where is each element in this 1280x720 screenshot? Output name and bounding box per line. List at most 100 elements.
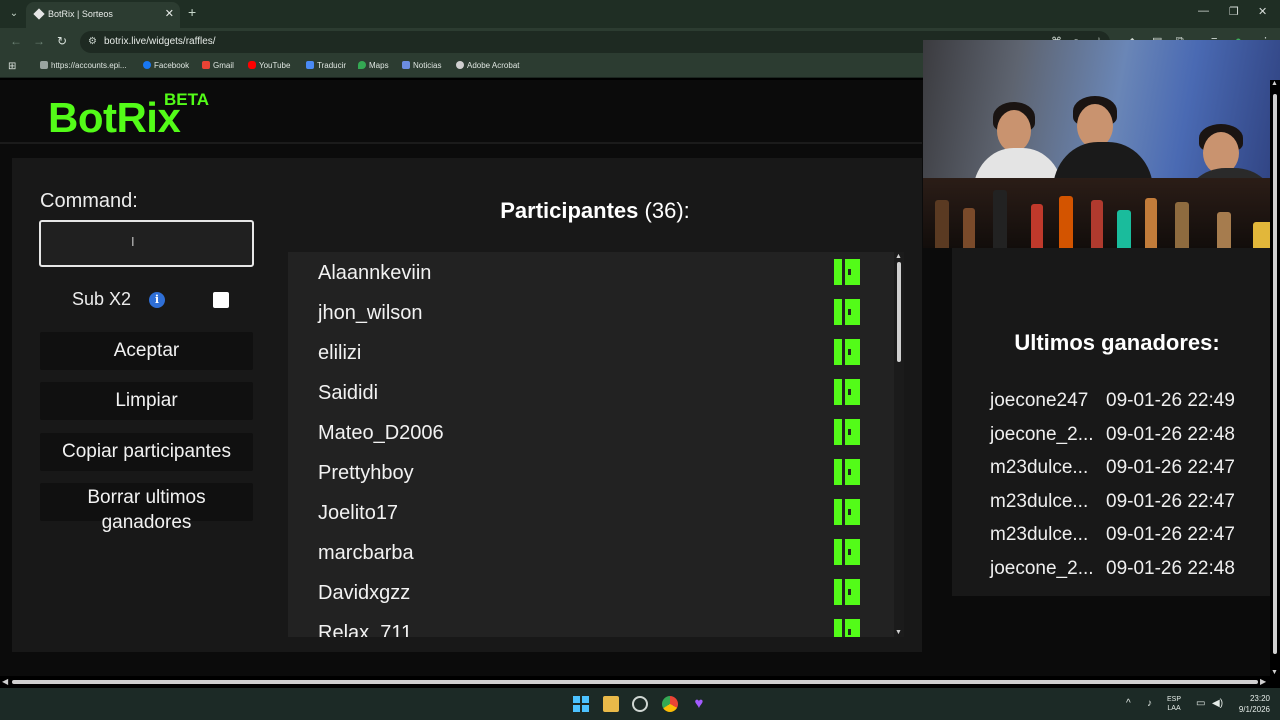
participant-name: elilizi (318, 342, 362, 364)
scroll-down-icon[interactable]: ▼ (895, 629, 902, 636)
browser-tab-bar: ⌄ BotRix | Sorteos ✕ + — ❐ ✕ (0, 0, 1280, 28)
copy-participants-button[interactable]: Copiar participantes (40, 433, 253, 471)
participants-list[interactable]: Alaannkeviin jhon_wilson elilizi Saididi Mat… (288, 252, 894, 637)
scrollbar-thumb[interactable] (897, 262, 901, 362)
winner-date: 09-01-26 22:47 (1106, 457, 1235, 478)
chrome-icon[interactable] (662, 696, 678, 712)
kick-platform-icon (834, 259, 860, 285)
url-text[interactable]: botrix.live/widgets/raffles/ (104, 36, 216, 47)
page-scroll-down-icon[interactable]: ▼ (1271, 669, 1278, 676)
winner-row: m23dulce... 09-01-26 22:47 (990, 490, 1235, 513)
participant-name: Davidxgzz (318, 582, 411, 604)
file-explorer-icon[interactable] (603, 696, 619, 712)
command-label: Command: (40, 190, 138, 212)
winner-name: m23dulce... (990, 457, 1089, 478)
kick-platform-icon (834, 619, 860, 637)
participant-name: Relax_711 (318, 622, 413, 637)
participants-title: Participantes (500, 198, 639, 223)
kick-platform-icon (834, 419, 860, 445)
page-icon (40, 61, 48, 69)
bookmark-facebook[interactable]: Facebook (143, 61, 189, 70)
webcam-overlay (923, 40, 1280, 248)
delete-winners-button[interactable]: Borrar ultimos ganadores (40, 483, 253, 533)
winner-row: joecone_2... 09-01-26 22:48 (990, 423, 1235, 446)
participant-name: marcbarba (318, 542, 414, 564)
bookmark-youtube[interactable]: YouTube (248, 61, 290, 70)
horizontal-scrollbar-thumb[interactable] (12, 680, 1258, 684)
bookmark-traducir[interactable]: Traducir (306, 61, 346, 70)
bookmark-gmail[interactable]: Gmail (202, 61, 234, 70)
sub-x2-label: Sub X2 (72, 289, 132, 309)
participant-row: Prettyhboy (288, 454, 878, 494)
restore-icon[interactable]: ❐ (1229, 5, 1239, 18)
horizontal-scrollbar[interactable]: ◀ ▶ (0, 676, 1270, 688)
forward-icon[interactable]: → (33, 34, 45, 48)
system-clock[interactable]: 23:20 9/1/2026 (1239, 693, 1270, 715)
winner-row: m23dulce... 09-01-26 22:47 (990, 457, 1235, 479)
page-scrollbar[interactable]: ▲ ▼ (1270, 80, 1280, 676)
accept-button[interactable]: Aceptar (40, 332, 253, 370)
bookmark-adobe-acrobat[interactable]: Adobe Acrobat (456, 61, 519, 70)
participant-row: elilizi (288, 334, 878, 374)
minimize-icon[interactable]: — (1198, 5, 1209, 17)
tab-search-icon[interactable]: ⌄ (6, 6, 22, 22)
winner-row: joecone_2... 09-01-26 22:48 (990, 557, 1235, 580)
youtube-icon (248, 61, 256, 69)
botrix-favicon-icon (33, 8, 45, 20)
participant-row: marcbarba (288, 534, 878, 574)
tray-chevron-icon[interactable]: ^ (1126, 698, 1131, 709)
site-info-icon[interactable]: ⚙ (88, 36, 97, 47)
heart-app-icon[interactable]: ♥ (691, 696, 707, 712)
winner-date: 09-01-26 22:47 (1106, 524, 1235, 545)
winner-name: joecone_2... (990, 557, 1094, 579)
bookmark-noticias[interactable]: Noticias (402, 61, 441, 70)
new-tab-icon[interactable]: + (188, 4, 196, 20)
participant-row: Joelito17 (288, 494, 878, 534)
participants-scrollbar[interactable]: ▲ ▼ (894, 252, 904, 637)
header-divider (0, 142, 922, 144)
participant-name: Joelito17 (318, 502, 399, 524)
participants-heading: Participantes (36): (290, 198, 900, 224)
app-icon[interactable] (632, 696, 648, 712)
page-scrollbar-thumb[interactable] (1273, 94, 1277, 654)
participant-row: Relax_711 (288, 614, 878, 637)
scroll-left-icon[interactable]: ◀ (2, 677, 8, 686)
winner-date: 09-01-26 22:49 (1106, 390, 1235, 411)
apps-grid-icon[interactable]: ⊞ (8, 61, 16, 72)
kick-platform-icon (834, 579, 860, 605)
network-icon[interactable]: ▭ (1196, 698, 1205, 709)
start-menu-icon[interactable] (573, 696, 589, 712)
volume-icon[interactable]: ◀) (1212, 698, 1223, 709)
sub-x2-checkbox[interactable] (213, 292, 229, 308)
page-scroll-up-icon[interactable]: ▲ (1271, 80, 1278, 87)
maps-icon (358, 61, 366, 69)
winner-row: joecone247 09-01-26 22:49 (990, 390, 1235, 412)
scroll-right-icon[interactable]: ▶ (1260, 677, 1266, 686)
translate-bookmark-icon (306, 61, 314, 69)
kick-platform-icon (834, 299, 860, 325)
scroll-up-icon[interactable]: ▲ (895, 253, 902, 260)
tab-close-icon[interactable]: ✕ (165, 7, 174, 20)
close-window-icon[interactable]: ✕ (1258, 5, 1267, 18)
reload-icon[interactable]: ↻ (57, 34, 67, 48)
language-indicator[interactable]: ESP LAA (1167, 695, 1181, 713)
participant-name: Alaannkeviin (318, 262, 432, 284)
bookmark-accounts[interactable]: https://accounts.epi... (40, 61, 127, 70)
beta-badge: BETA (164, 90, 210, 109)
kick-platform-icon (834, 539, 860, 565)
kick-platform-icon (834, 499, 860, 525)
clear-button[interactable]: Limpiar (40, 382, 253, 420)
globe-icon (456, 61, 464, 69)
participants-count: (36): (644, 198, 690, 223)
command-input[interactable]: I (39, 220, 254, 267)
winner-date: 09-01-26 22:48 (1106, 423, 1235, 445)
microphone-icon[interactable]: ♪ (1147, 698, 1152, 709)
browser-tab[interactable]: BotRix | Sorteos ✕ (26, 2, 180, 28)
windows-taskbar: ♥ ^ ♪ ESP LAA ▭ ◀) 23:20 9/1/2026 (0, 688, 1280, 720)
winner-name: m23dulce... (990, 490, 1089, 512)
winner-name: joecone_2... (990, 423, 1094, 445)
info-icon[interactable]: i (149, 292, 165, 308)
back-icon[interactable]: ← (10, 34, 22, 48)
bookmark-maps[interactable]: Maps (358, 61, 389, 70)
facebook-icon (143, 61, 151, 69)
